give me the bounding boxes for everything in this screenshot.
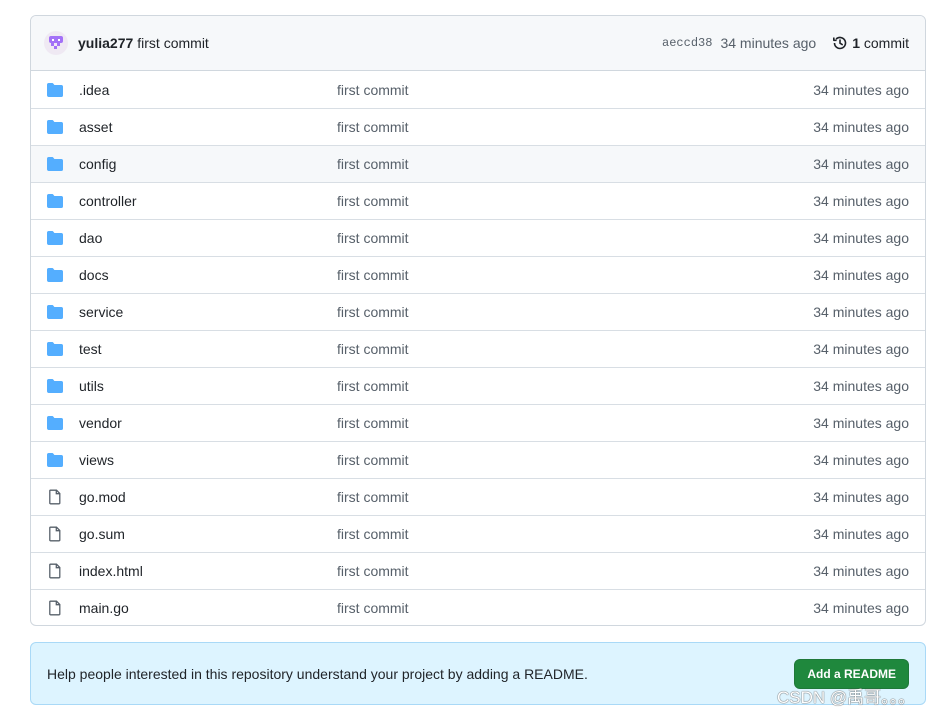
file-name-link[interactable]: index.html xyxy=(79,563,337,579)
file-icon xyxy=(47,563,63,579)
file-row[interactable]: dao first commit 34 minutes ago xyxy=(31,219,925,256)
readme-banner-text: Help people interested in this repositor… xyxy=(47,665,588,682)
file-row[interactable]: views first commit 34 minutes ago xyxy=(31,441,925,478)
file-row[interactable]: controller first commit 34 minutes ago xyxy=(31,182,925,219)
folder-icon xyxy=(47,304,63,320)
file-name-link[interactable]: .idea xyxy=(79,82,337,98)
file-row[interactable]: asset first commit 34 minutes ago xyxy=(31,108,925,145)
folder-icon xyxy=(47,415,63,431)
file-icon xyxy=(47,600,63,616)
file-commit-message[interactable]: first commit xyxy=(337,156,813,172)
file-name-link[interactable]: test xyxy=(79,341,337,357)
file-row[interactable]: .idea first commit 34 minutes ago xyxy=(31,71,925,108)
commit-history-link[interactable]: 1 commit xyxy=(832,35,909,51)
file-icon xyxy=(47,489,63,505)
watermark: CSDN @禹哥。。。 xyxy=(777,688,916,707)
file-commit-message[interactable]: first commit xyxy=(337,526,813,542)
folder-icon xyxy=(47,193,63,209)
folder-icon xyxy=(47,230,63,246)
file-name-link[interactable]: config xyxy=(79,156,337,172)
commit-message[interactable]: first commit xyxy=(137,35,209,51)
file-name-link[interactable]: utils xyxy=(79,378,337,394)
file-commit-time: 34 minutes ago xyxy=(813,81,909,98)
file-row[interactable]: service first commit 34 minutes ago xyxy=(31,293,925,330)
file-commit-time: 34 minutes ago xyxy=(813,193,909,209)
file-name-link[interactable]: main.go xyxy=(79,600,337,616)
file-commit-time: 34 minutes ago xyxy=(813,415,909,431)
file-commit-time: 34 minutes ago xyxy=(813,341,909,357)
folder-icon xyxy=(47,82,63,98)
avatar[interactable] xyxy=(44,31,68,55)
file-row[interactable]: go.sum first commit 34 minutes ago xyxy=(31,515,925,552)
file-commit-message[interactable]: first commit xyxy=(337,304,813,320)
file-name-link[interactable]: go.sum xyxy=(79,526,337,542)
file-name-link[interactable]: views xyxy=(79,452,337,468)
file-commit-time: 34 minutes ago xyxy=(813,452,909,468)
file-commit-message[interactable]: first commit xyxy=(337,341,813,357)
file-commit-time: 34 minutes ago xyxy=(813,230,909,246)
file-list: yulia277 first commit aeccd38 34 minutes… xyxy=(30,15,926,626)
file-name-link[interactable]: service xyxy=(79,304,337,320)
file-name-link[interactable]: asset xyxy=(79,119,337,135)
file-icon xyxy=(47,526,63,542)
folder-icon xyxy=(47,378,63,394)
commit-sha[interactable]: aeccd38 xyxy=(662,36,712,50)
file-commit-time: 34 minutes ago xyxy=(813,304,909,320)
file-name-link[interactable]: controller xyxy=(79,193,337,209)
file-commit-time: 34 minutes ago xyxy=(813,563,909,579)
file-commit-message[interactable]: first commit xyxy=(337,82,813,98)
folder-icon xyxy=(47,341,63,357)
file-commit-message[interactable]: first commit xyxy=(337,600,813,616)
file-row[interactable]: go.mod first commit 34 minutes ago xyxy=(31,478,925,515)
file-row[interactable]: index.html first commit 34 minutes ago xyxy=(31,552,925,589)
file-row[interactable]: config first commit 34 minutes ago xyxy=(31,145,925,182)
file-commit-message[interactable]: first commit xyxy=(337,452,813,468)
file-commit-message[interactable]: first commit xyxy=(337,230,813,246)
file-commit-message[interactable]: first commit xyxy=(337,415,813,431)
file-row[interactable]: docs first commit 34 minutes ago xyxy=(31,256,925,293)
file-commit-time: 34 minutes ago xyxy=(813,489,909,505)
file-commit-message[interactable]: first commit xyxy=(337,119,813,135)
folder-icon xyxy=(47,156,63,172)
file-row[interactable]: main.go first commit 34 minutes ago xyxy=(31,589,925,625)
file-commit-time: 34 minutes ago xyxy=(813,600,909,616)
commit-time: 34 minutes ago xyxy=(720,35,817,51)
folder-icon xyxy=(47,119,63,135)
file-commit-message[interactable]: first commit xyxy=(337,193,813,209)
commit-count: 1 xyxy=(852,35,860,51)
file-row[interactable]: test first commit 34 minutes ago xyxy=(31,330,925,367)
file-name-link[interactable]: go.mod xyxy=(79,489,337,505)
file-row[interactable]: utils first commit 34 minutes ago xyxy=(31,367,925,404)
folder-icon xyxy=(47,452,63,468)
file-commit-time: 34 minutes ago xyxy=(813,378,909,394)
commit-author[interactable]: yulia277 xyxy=(78,35,133,51)
file-name-link[interactable]: docs xyxy=(79,267,337,283)
folder-icon xyxy=(47,267,63,283)
file-name-link[interactable]: vendor xyxy=(79,415,337,431)
file-commit-message[interactable]: first commit xyxy=(337,489,813,505)
file-name-link[interactable]: dao xyxy=(79,230,337,246)
file-commit-time: 34 minutes ago xyxy=(813,119,909,135)
file-commit-time: 34 minutes ago xyxy=(813,526,909,542)
commit-label: commit xyxy=(863,35,909,51)
file-commit-time: 34 minutes ago xyxy=(813,156,909,172)
file-commit-message[interactable]: first commit xyxy=(337,378,813,394)
file-row[interactable]: vendor first commit 34 minutes ago xyxy=(31,404,925,441)
file-commit-message[interactable]: first commit xyxy=(337,267,813,283)
file-commit-message[interactable]: first commit xyxy=(337,563,813,579)
latest-commit-bar: yulia277 first commit aeccd38 34 minutes… xyxy=(31,16,925,71)
file-commit-time: 34 minutes ago xyxy=(813,267,909,283)
history-icon xyxy=(833,36,847,50)
